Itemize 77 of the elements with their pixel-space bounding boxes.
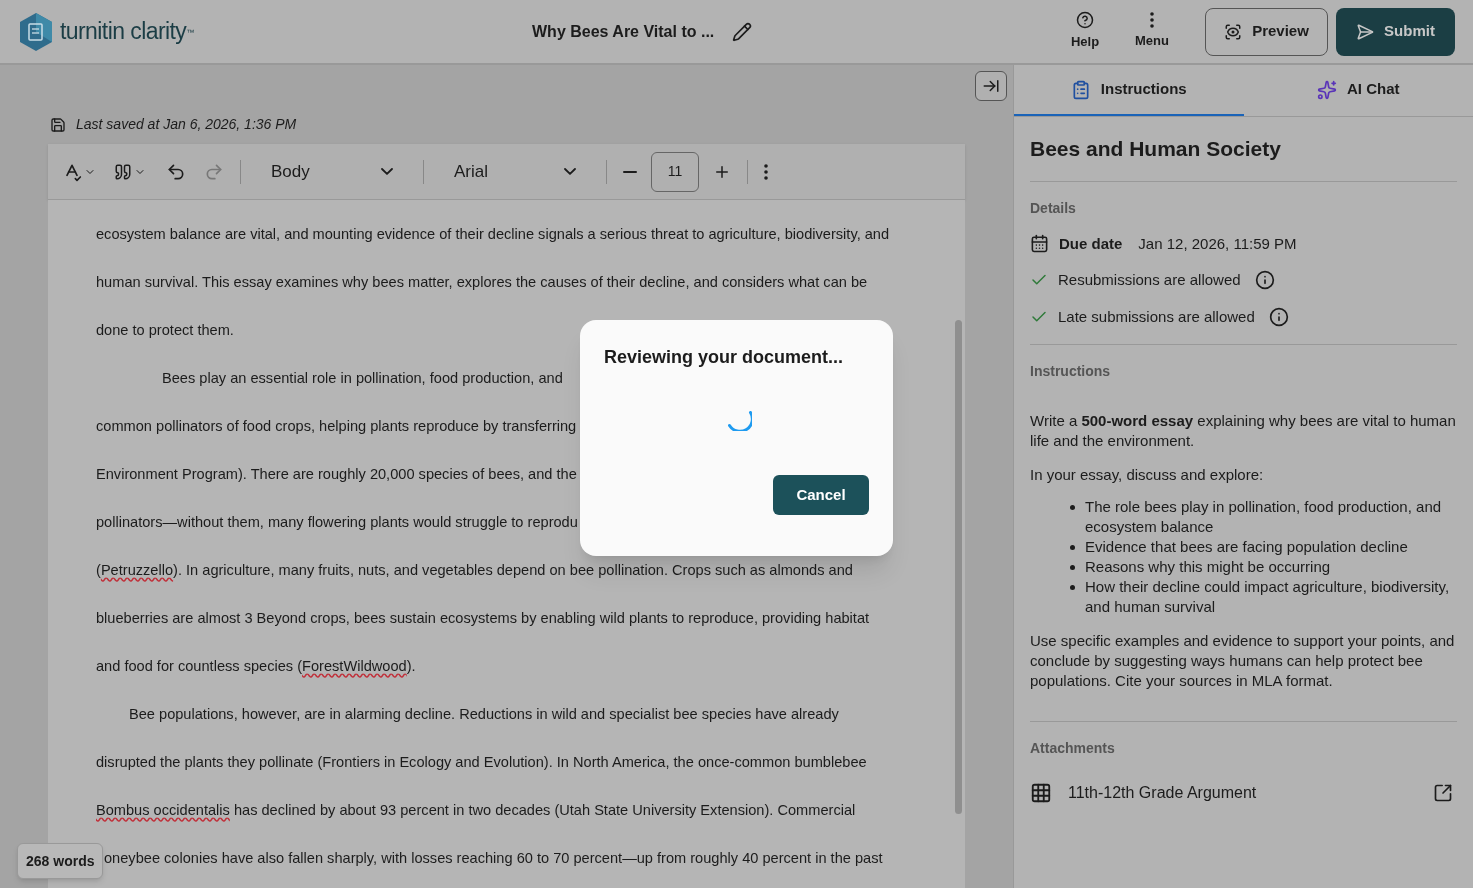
grid-icon bbox=[1030, 782, 1052, 804]
instructions-paragraph: In your essay, discuss and explore: bbox=[1030, 465, 1265, 485]
sparkles-icon bbox=[1317, 79, 1337, 100]
document-line: blueberries are almost 3 Beyond crops, bees sustain ecosystems by enabling wild plants to reproduce, providing habitat bbox=[96, 609, 870, 628]
minus-icon bbox=[623, 170, 637, 173]
policy-text: Late submissions are allowed bbox=[1058, 306, 1255, 327]
panel-tab[interactable]: AI Chat bbox=[1243, 65, 1473, 116]
attachment-link[interactable]: 11th-12th Grade Argument bbox=[1068, 781, 1257, 805]
quote-icon bbox=[114, 162, 132, 181]
send-icon bbox=[1356, 22, 1375, 41]
panel-tab[interactable]: Instructions bbox=[1014, 65, 1244, 116]
document-line: (Petruzzello). In agriculture, many fruits, nuts, and vegetables depend on bee pollination. Crops such as almonds and bbox=[96, 561, 853, 580]
bullet-icon bbox=[1070, 545, 1075, 550]
calendar-icon bbox=[1030, 234, 1049, 254]
document-line: human survival. This essay examines why bees matter, explores the causes of their decline, and considers what can be bbox=[96, 273, 868, 292]
document-line: common pollinators of food crops, helping plants reproduce by transferring bbox=[96, 417, 577, 436]
document-line: ecosystem balance are vital, and mounting evidence of their decline signals a serious threat to agriculture, biodiversity, and bbox=[96, 225, 890, 244]
logo-icon bbox=[18, 11, 54, 52]
eye-icon bbox=[1224, 22, 1243, 41]
word-count-badge: 268 words bbox=[17, 843, 104, 879]
bullet-icon bbox=[1070, 505, 1075, 510]
instructions-paragraph: Write a 500-word essay explaining why bees are vital to human life and the environment. bbox=[1030, 411, 1457, 451]
style-dropdown[interactable]: Body bbox=[257, 158, 407, 185]
bullet-text: Reasons why this might be occurring bbox=[1085, 557, 1331, 577]
menu-button[interactable]: Menu bbox=[1117, 12, 1187, 51]
scrollbar-thumb[interactable] bbox=[954, 320, 962, 814]
instructions-paragraph: Use specific examples and evidence to support your points, and conclude by suggesting ways humans can help protect bee populations. Cite your sources in MLA format. bbox=[1030, 631, 1456, 691]
bullet-icon bbox=[1070, 565, 1075, 570]
caret-icon bbox=[381, 167, 393, 176]
help-icon bbox=[1076, 11, 1094, 30]
more-icon bbox=[764, 163, 768, 180]
document-line: Bee populations, however, are in alarming decline. Reductions in wild and specialist bee species have already bbox=[129, 705, 839, 724]
bullet-text: How their decline could impact agriculture, biodiversity, and human survival bbox=[1085, 577, 1451, 617]
bullet-text: Evidence that bees are facing population decline bbox=[1085, 537, 1408, 557]
loading-spinner-icon bbox=[727, 411, 752, 431]
document-line: Bombus occidentalis has declined by about 93 percent in two decades (Utah State University Extension). Commercial bbox=[96, 801, 856, 820]
info-icon[interactable] bbox=[1254, 270, 1275, 291]
last-saved-text: Last saved at Jan 6, 2026, 1:36 PM bbox=[76, 115, 297, 134]
document-line: Environment Program). There are roughly 20,000 species of bees, and the bbox=[96, 465, 577, 484]
document-line: Bees play an essential role in pollination, food production, and bbox=[162, 369, 563, 388]
menu-icon bbox=[1150, 12, 1154, 29]
document-title: Why Bees Are Vital to ... bbox=[532, 21, 715, 42]
document-line: oneybee colonies have also fallen sharply, with losses reaching 60 to 70 percent—up from roughly 40 percent in the past bbox=[104, 849, 883, 868]
undo-button[interactable] bbox=[166, 161, 186, 182]
font-size-field[interactable]: 11 bbox=[651, 151, 699, 192]
arrow-to-line-icon bbox=[982, 77, 1000, 95]
caret-icon bbox=[564, 167, 576, 176]
decrease-size-button[interactable] bbox=[623, 170, 637, 173]
cancel-button[interactable]: Cancel bbox=[773, 475, 869, 515]
section-heading: Instructions bbox=[1030, 362, 1112, 381]
section-heading: Attachments bbox=[1030, 739, 1116, 758]
bullet-icon bbox=[1070, 585, 1075, 590]
citation-button[interactable] bbox=[114, 162, 146, 181]
dialog-title: Reviewing your document... bbox=[604, 346, 845, 369]
document-line: pollinators—without them, many flowering plants would struggle to reprodu bbox=[96, 513, 578, 532]
info-icon[interactable] bbox=[1268, 306, 1289, 327]
save-icon bbox=[50, 116, 66, 133]
preview-button[interactable]: Preview bbox=[1205, 7, 1328, 56]
assignment-title: Bees and Human Society bbox=[1030, 117, 1457, 182]
bullet-text: The role bees play in pollination, food production, and ecosystem balance bbox=[1085, 497, 1443, 537]
due-date-label: Due date bbox=[1059, 233, 1123, 254]
external-link-icon[interactable] bbox=[1433, 783, 1453, 803]
submit-button[interactable]: Submit bbox=[1336, 7, 1455, 56]
brand-name: turnitin clarity$^{™}$ bbox=[60, 17, 194, 47]
document-line: disrupted the plants they pollinate (Frontiers in Ecology and Evolution). In North America, the once-common bumblebee bbox=[96, 753, 867, 772]
due-date-value: Jan 12, 2026, 11:59 PM bbox=[1138, 233, 1297, 254]
edit-icon[interactable] bbox=[732, 21, 753, 42]
help-button[interactable]: Help bbox=[1055, 11, 1115, 52]
section-heading: Details bbox=[1030, 198, 1077, 218]
document-line: done to protect them. bbox=[96, 321, 234, 340]
more-options-button[interactable] bbox=[764, 163, 768, 180]
font-dropdown[interactable]: Arial bbox=[440, 158, 590, 185]
redo-icon bbox=[204, 161, 224, 182]
undo-icon bbox=[166, 161, 186, 182]
collapse-panel-button[interactable] bbox=[975, 71, 1007, 101]
document-line: and food for countless species (ForestWildwood). bbox=[96, 657, 416, 676]
policy-text: Resubmissions are allowed bbox=[1058, 270, 1241, 290]
